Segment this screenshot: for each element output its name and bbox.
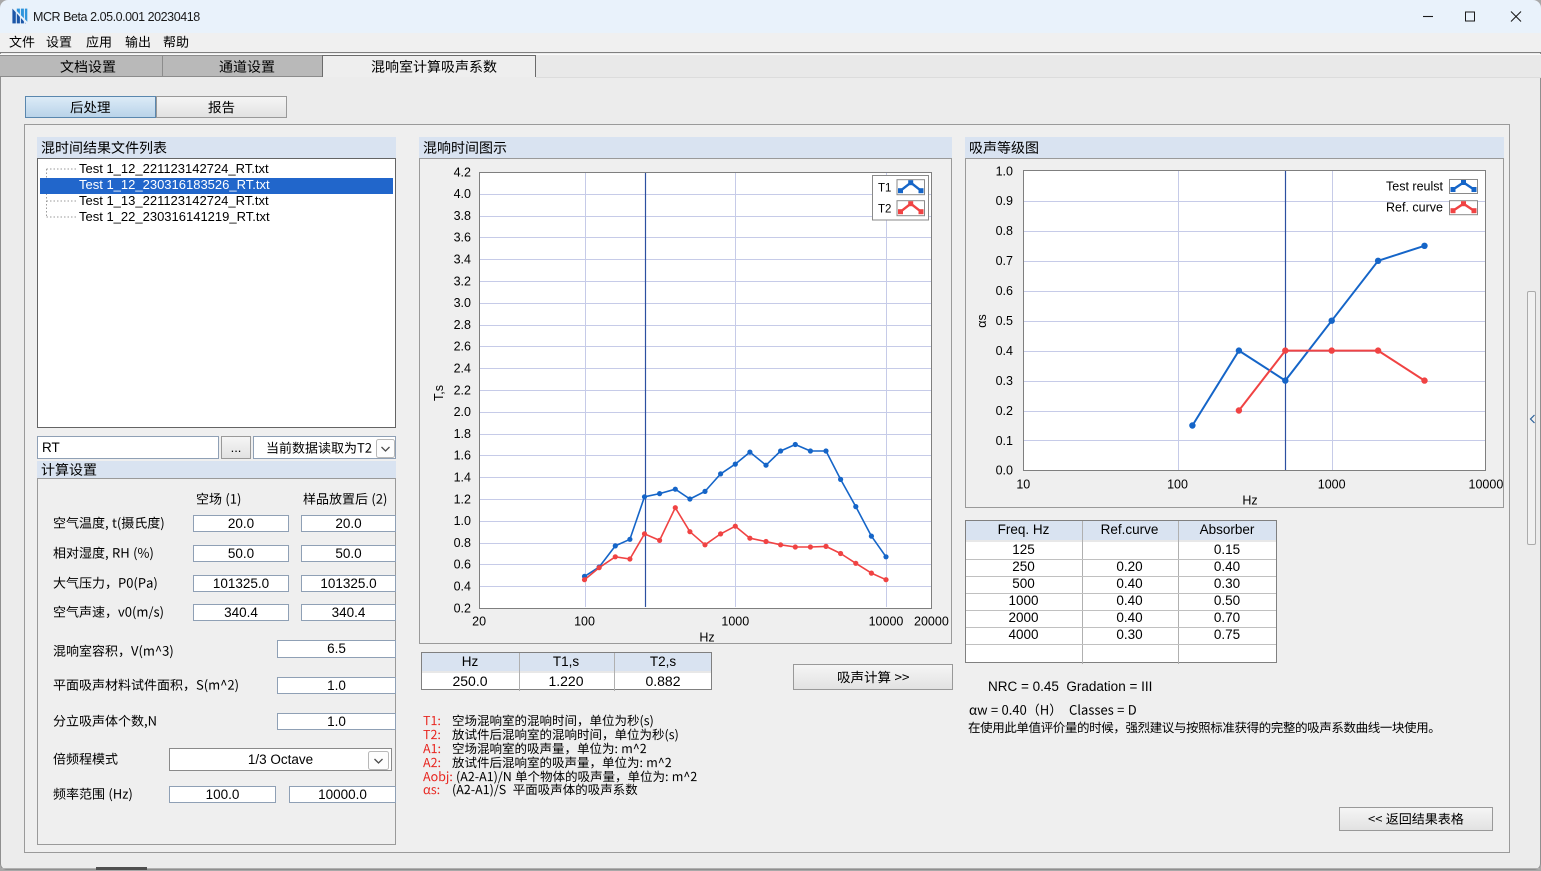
svg-text:10000: 10000 — [1469, 478, 1504, 492]
svg-text:0.0: 0.0 — [996, 464, 1013, 478]
svg-text:0.8: 0.8 — [996, 224, 1013, 238]
svg-text:0.2: 0.2 — [996, 404, 1013, 418]
svg-text:0.5: 0.5 — [996, 314, 1013, 328]
svg-text:Ref. curve: Ref. curve — [1386, 201, 1443, 215]
svg-text:0.3: 0.3 — [996, 374, 1013, 388]
svg-text:Test reulst: Test reulst — [1386, 180, 1443, 194]
svg-text:10: 10 — [1016, 478, 1030, 492]
svg-text:1.0: 1.0 — [996, 164, 1013, 178]
svg-text:0.6: 0.6 — [996, 284, 1013, 298]
svg-text:Hz: Hz — [1242, 494, 1257, 508]
svg-text:0.1: 0.1 — [996, 434, 1013, 448]
svg-text:100: 100 — [1167, 478, 1188, 492]
svg-text:1000: 1000 — [1318, 478, 1346, 492]
svg-text:0.4: 0.4 — [996, 344, 1013, 358]
svg-text:αs: αs — [975, 314, 989, 327]
svg-text:0.9: 0.9 — [996, 194, 1013, 208]
svg-text:0.7: 0.7 — [996, 254, 1013, 268]
